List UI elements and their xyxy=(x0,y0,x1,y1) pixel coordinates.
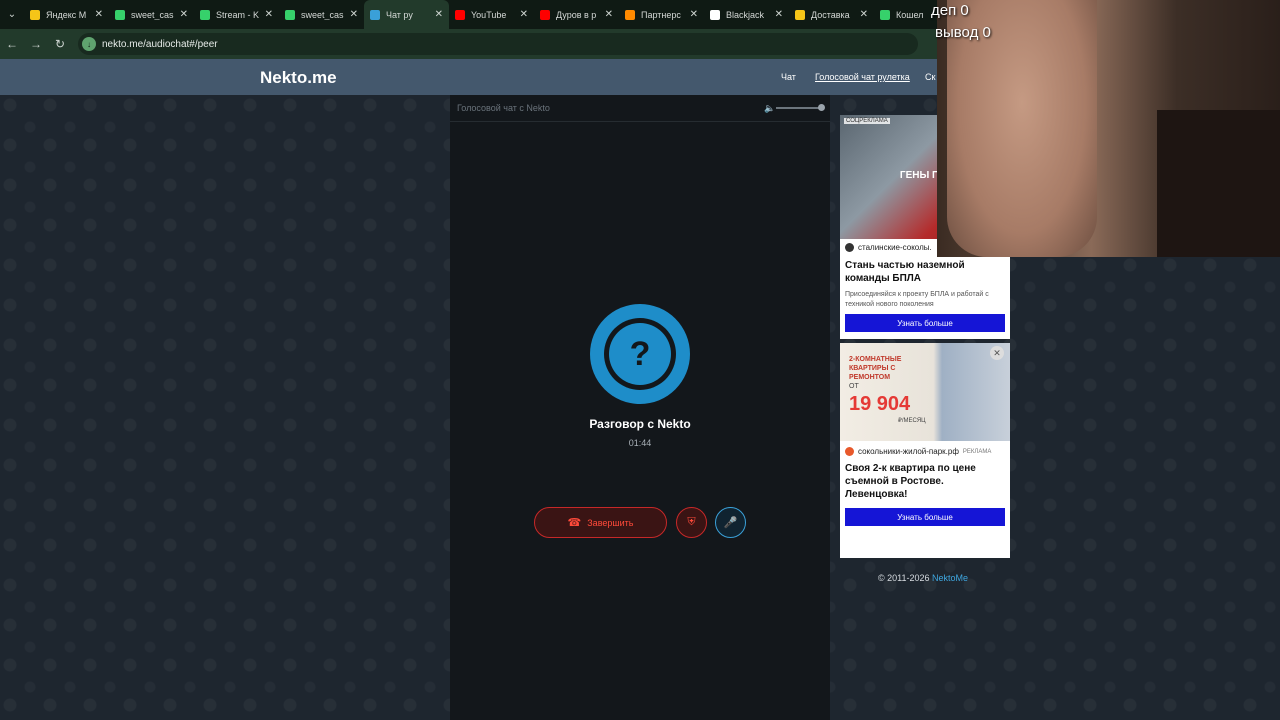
report-button[interactable]: ⛨ xyxy=(676,507,707,538)
tab-favicon-icon xyxy=(710,9,720,20)
tab-close-icon[interactable]: ✕ xyxy=(860,9,868,20)
ad-image-price: 19 904 xyxy=(849,393,911,415)
tab-label: Stream - K xyxy=(216,9,260,20)
nav-link-chat[interactable]: Чат xyxy=(781,72,796,82)
ad-title[interactable]: Своя 2-к квартира по цене съемной в Рост… xyxy=(845,462,1007,501)
tab-favicon-icon xyxy=(540,9,550,20)
arrow-circle-icon xyxy=(845,243,854,252)
site-header: Nekto.me Чат Голосовой чат рулетка Ск xyxy=(0,59,940,95)
ad-cta-button[interactable]: Узнать больше xyxy=(845,314,1005,332)
withdraw-counter: вывод 0 xyxy=(935,24,991,41)
microphone-button[interactable]: 🎤 xyxy=(715,507,746,538)
forward-icon[interactable]: → xyxy=(24,29,48,59)
tab-favicon-icon xyxy=(30,9,40,20)
browser-tab[interactable]: Партнерс ✕ xyxy=(619,0,704,29)
browser-tab[interactable]: YouTube ✕ xyxy=(449,0,534,29)
panel-header: Голосовой чат с Nekto 🔈 xyxy=(450,95,830,122)
tab-favicon-icon xyxy=(795,9,805,20)
question-mark-icon: ? xyxy=(609,323,671,385)
tab-label: sweet_cas xyxy=(131,9,174,20)
end-call-label: Завершить xyxy=(587,517,634,528)
tab-favicon-icon xyxy=(285,9,295,20)
ad-domain: сокольники-жилой-парк.рф РЕКЛАМА xyxy=(845,447,991,456)
tab-close-icon[interactable]: ✕ xyxy=(520,9,528,20)
footer-link[interactable]: NektoMe xyxy=(932,573,968,583)
browser-tab[interactable]: Stream - K ✕ xyxy=(194,0,279,29)
ad-tag: СОЦРЕКЛАМА xyxy=(844,118,890,124)
browser-tab[interactable]: Дуров в р ✕ xyxy=(534,0,619,29)
tab-close-icon[interactable]: ✕ xyxy=(605,9,613,20)
back-icon[interactable]: ← xyxy=(0,29,24,59)
site-logo[interactable]: Nekto.me xyxy=(260,68,337,88)
browser-tab[interactable]: sweet_cas ✕ xyxy=(109,0,194,29)
tab-label: Доставка xyxy=(811,9,850,20)
tab-close-icon[interactable]: ✕ xyxy=(95,9,103,20)
copyright-text: © 2011-2026 xyxy=(878,573,930,583)
tab-favicon-icon xyxy=(455,9,465,20)
tab-close-icon[interactable]: ✕ xyxy=(180,9,188,20)
browser-tab[interactable]: sweet_cas ✕ xyxy=(279,0,364,29)
call-timer: 01:44 xyxy=(628,438,652,448)
volume-icon[interactable]: 🔈 xyxy=(764,103,775,114)
ad-domain: сталинские-соколы. xyxy=(845,243,932,252)
tab-close-icon[interactable]: ✕ xyxy=(350,9,358,20)
tab-list-dropdown-icon[interactable]: ⌄ xyxy=(0,0,24,29)
tab-favicon-icon xyxy=(200,9,210,20)
tab-favicon-icon xyxy=(115,9,125,20)
tab-favicon-icon xyxy=(880,9,890,20)
shield-icon: ⛨ xyxy=(687,516,696,528)
voice-chat-panel: Голосовой чат с Nekto 🔈 ? Разговор с Nek… xyxy=(450,95,830,720)
tab-close-icon[interactable]: ✕ xyxy=(265,9,273,20)
browser-tab[interactable]: Доставка ✕ xyxy=(789,0,874,29)
ad-image-from: ОТ xyxy=(849,383,859,390)
nav-link-voice-roulette[interactable]: Голосовой чат рулетка xyxy=(815,72,910,82)
ad-description: Присоединяйся к проекту БПЛА и работай с… xyxy=(845,291,989,308)
volume-slider-track[interactable] xyxy=(776,107,822,109)
ad-close-icon[interactable]: ✕ xyxy=(990,346,1004,360)
tab-label: Партнерс xyxy=(641,9,681,20)
ad-marker: РЕКЛАМА xyxy=(962,448,992,455)
tab-label: YouTube xyxy=(471,9,507,20)
footer: © 2011-2026 NektoMe xyxy=(878,573,968,583)
tab-label: sweet_cas xyxy=(301,9,344,20)
ad-cta-button[interactable]: Узнать больше xyxy=(845,508,1005,526)
ad-title[interactable]: Стань частью наземной команды БПЛА xyxy=(845,259,1007,285)
tab-label: Яндекс М xyxy=(46,9,87,20)
site-info-icon[interactable]: ↓ xyxy=(82,37,96,51)
url-text[interactable]: nekto.me/audiochat#/peer xyxy=(102,39,218,50)
browser-tab[interactable]: Чат ру ✕ xyxy=(364,0,449,29)
panel-title: Голосовой чат с Nekto xyxy=(457,103,550,113)
ad-image-unit: ₽/МЕСЯЦ xyxy=(898,418,926,424)
ad-image-top-text: 2-КОМНАТНЫЕ КВАРТИРЫ С РЕМОНТОМ xyxy=(849,356,902,381)
tab-label: Blackjack xyxy=(726,9,765,20)
ad-domain-text: сталинские-соколы. xyxy=(858,243,932,252)
conversation-title: Разговор с Nekto xyxy=(589,417,691,431)
browser-tab[interactable]: Blackjack ✕ xyxy=(704,0,789,29)
nav-link-truncated[interactable]: Ск xyxy=(925,72,937,82)
site-logo-icon xyxy=(845,447,854,456)
webcam-background xyxy=(1157,110,1280,257)
ad-domain-text: сокольники-жилой-парк.рф xyxy=(858,447,959,456)
avatar-ring: ? xyxy=(604,318,676,390)
tab-close-icon[interactable]: ✕ xyxy=(435,9,443,20)
tab-favicon-icon xyxy=(625,9,635,20)
deposit-counter: деп 0 xyxy=(931,2,969,19)
microphone-icon: 🎤 xyxy=(723,517,738,529)
ad-image-building: 2-КОМНАТНЫЕ КВАРТИРЫ С РЕМОНТОМ ОТ 19 90… xyxy=(840,343,1010,441)
volume-slider-handle[interactable] xyxy=(818,104,825,111)
tab-favicon-icon xyxy=(370,9,380,20)
tab-label: Дуров в р xyxy=(556,9,597,20)
browser-tab[interactable]: Яндекс М ✕ xyxy=(24,0,109,29)
tab-strip: Яндекс М ✕ sweet_cas ✕ Stream - K ✕ sweet_cas ✕… xyxy=(24,0,959,29)
tab-label: Чат ру xyxy=(386,9,413,20)
hang-up-phone-icon: ☎ xyxy=(567,517,582,529)
url-field[interactable]: ↓ nekto.me/audiochat#/peer xyxy=(78,33,918,55)
tab-close-icon[interactable]: ✕ xyxy=(690,9,698,20)
tab-close-icon[interactable]: ✕ xyxy=(775,9,783,20)
peer-avatar: ? xyxy=(590,304,690,404)
ad-banner-apartments[interactable]: 2-КОМНАТНЫЕ КВАРТИРЫ С РЕМОНТОМ ОТ 19 90… xyxy=(840,343,1010,558)
reload-icon[interactable]: ↻ xyxy=(48,29,72,59)
end-call-button[interactable]: ☎ Завершить xyxy=(534,507,667,538)
